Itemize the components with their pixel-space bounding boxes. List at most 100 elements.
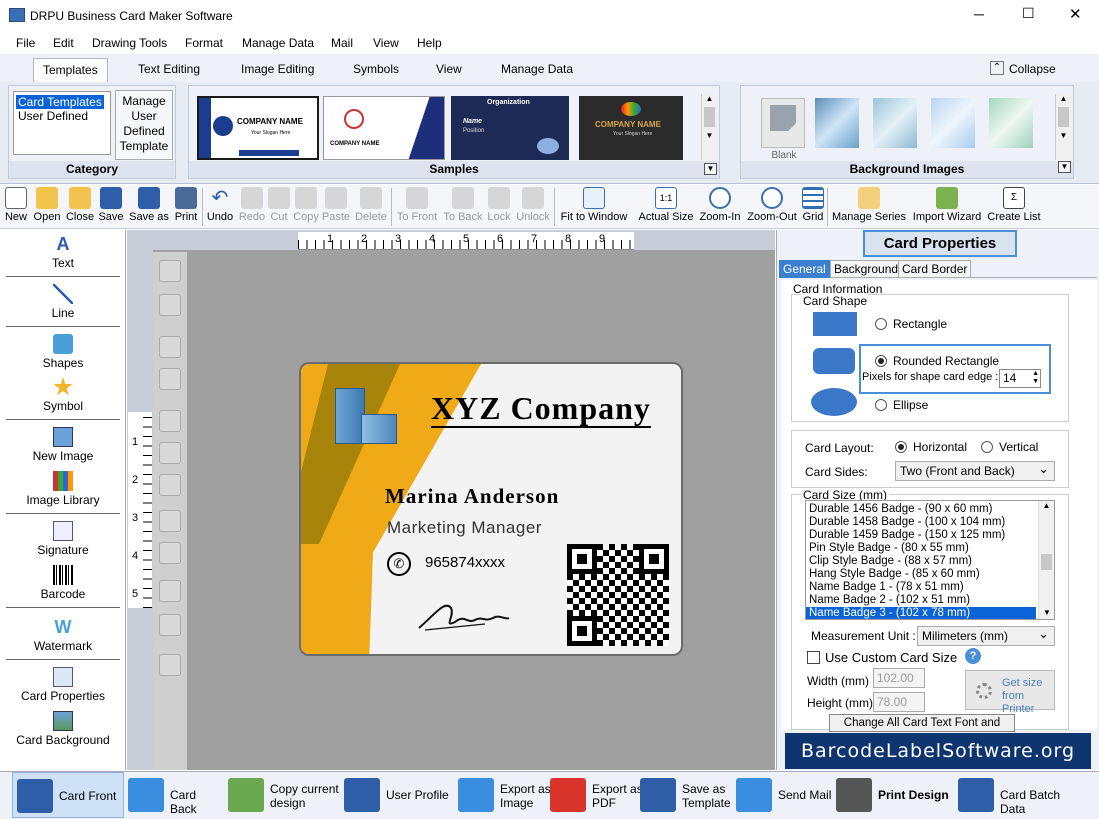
phone-number[interactable]: 965874xxxx [425,554,505,571]
tab-image-editing[interactable]: Image Editing [241,62,314,76]
card-sides-select[interactable]: Two (Front and Back) [895,461,1055,481]
card-properties-tool[interactable]: Card Properties [4,667,122,703]
tab-text-editing[interactable]: Text Editing [138,62,200,76]
size-item[interactable]: Clip Style Badge - (88 x 57 mm) [806,555,1054,568]
rounded-rectangle-radio[interactable]: Rounded Rectangle [875,354,999,368]
bg-dropdown-icon[interactable]: ▼ [1058,161,1071,173]
text-tool[interactable]: A Text [4,234,122,270]
bg-image-4[interactable] [989,98,1033,148]
menu-mail[interactable]: Mail [331,36,353,50]
signature-tool[interactable]: Signature [4,521,122,557]
category-item-user-defined[interactable]: User Defined [14,109,110,123]
save-as-button[interactable]: Save as [128,187,170,223]
bg-image-3[interactable] [931,98,975,148]
save-button[interactable]: Save [97,187,125,223]
menu-format[interactable]: Format [185,36,223,50]
help-icon[interactable]: ? [965,648,981,664]
align-right-icon[interactable] [159,442,181,464]
size-item[interactable]: Pin Style Badge - (80 x 55 mm) [806,542,1054,555]
export-image-button[interactable]: Export as Image [458,772,552,818]
align-left-icon[interactable] [159,410,181,432]
to-back-button[interactable]: To Back [442,187,484,223]
align-center-icon[interactable] [159,542,181,564]
move-icon[interactable] [159,614,181,636]
bg-image-1[interactable] [815,98,859,148]
shapes-tool[interactable]: Shapes [4,334,122,370]
pixels-stepper[interactable]: 14 ▲ ▼ [999,369,1041,388]
width-field[interactable]: 102.00 [873,668,925,688]
group-icon[interactable] [159,260,181,282]
tab-background[interactable]: Background [830,260,903,278]
tab-general[interactable]: General [779,260,830,278]
tab-manage-data[interactable]: Manage Data [501,62,573,76]
horizontal-radio[interactable]: Horizontal [895,440,967,454]
menu-file[interactable]: File [16,36,35,50]
import-wizard-button[interactable]: Import Wizard [909,187,985,223]
zoom-in-button[interactable]: Zoom-In [697,187,743,223]
redo-button[interactable]: Redo [238,187,266,223]
maximize-button[interactable]: ☐ [1022,5,1035,22]
menu-edit[interactable]: Edit [53,36,74,50]
paste-button[interactable]: Paste [321,187,351,223]
barcode-tool[interactable]: Barcode [4,565,122,601]
height-field[interactable]: 78.00 [873,692,925,712]
size-item[interactable]: Hang Style Badge - (85 x 60 mm) [806,568,1054,581]
card-back-button[interactable]: Card Back [128,772,226,818]
search-icon[interactable] [159,654,181,676]
bg-scrollbar[interactable]: ▲ ▼ [1055,94,1071,160]
to-front-button[interactable]: To Front [394,187,440,223]
manage-series-button[interactable]: Manage Series [830,187,908,223]
zoom-out-button[interactable]: Zoom-Out [745,187,799,223]
card-batch-data-button[interactable]: Card Batch Data [958,772,1088,818]
size-item[interactable]: Durable 1459 Badge - (150 x 125 mm) [806,529,1054,542]
ellipse-radio[interactable]: Ellipse [875,398,928,412]
business-card[interactable]: XYZ Company Marina Anderson Marketing Ma… [299,362,683,656]
samples-scrollbar[interactable]: ▲ ▼ [701,94,717,160]
change-font-button[interactable]: Change All Card Text Font and Color [829,714,1015,745]
unlock-button[interactable]: Unlock [514,187,552,223]
get-size-button[interactable]: Get size from Printer [965,670,1055,715]
menu-drawing-tools[interactable]: Drawing Tools [92,36,167,50]
size-item-selected[interactable]: Name Badge 3 - (102 x 78 mm) [806,607,1036,619]
size-item[interactable]: Name Badge 1 - (78 x 51 mm) [806,581,1054,594]
unlock-object-icon[interactable] [159,368,181,390]
new-button[interactable]: New [3,187,29,223]
size-list-scrollbar[interactable]: ▲ ▼ [1038,501,1054,619]
bg-image-2[interactable] [873,98,917,148]
person-name[interactable]: Marina Anderson [385,484,559,509]
actual-size-button[interactable]: 1:1 Actual Size [637,187,695,223]
card-background-tool[interactable]: Card Background [4,711,122,747]
menu-help[interactable]: Help [417,36,442,50]
print-design-button[interactable]: Print Design [836,772,956,818]
lock-button[interactable]: Lock [485,187,513,223]
print-button[interactable]: Print [171,187,201,223]
size-item[interactable]: Name Badge 2 - (102 x 51 mm) [806,594,1054,607]
category-list[interactable]: Card Templates User Defined [13,91,111,155]
signature-image[interactable] [415,594,511,634]
cut-button[interactable]: Cut [267,187,291,223]
size-item[interactable]: Durable 1456 Badge - (90 x 60 mm) [806,503,1054,516]
new-image-tool[interactable]: New Image [4,427,122,463]
category-item-card-templates[interactable]: Card Templates [16,95,104,109]
open-button[interactable]: Open [31,187,63,223]
sample-4[interactable]: COMPANY NAME Your Slogan Here [579,96,683,160]
watermark-tool[interactable]: W Watermark [4,617,122,653]
qr-code[interactable] [567,544,669,646]
card-size-list[interactable]: Durable 1456 Badge - (90 x 60 mm) Durabl… [805,500,1055,620]
rectangle-radio[interactable]: Rectangle [875,317,947,331]
size-item[interactable]: Durable 1458 Badge - (100 x 104 mm) [806,516,1054,529]
rectangle-shape-icon[interactable] [813,312,857,336]
tab-view[interactable]: View [436,62,462,76]
grid-button[interactable]: Grid [801,187,825,223]
user-profile-button[interactable]: User Profile [344,772,452,818]
menu-manage-data[interactable]: Manage Data [242,36,314,50]
create-list-button[interactable]: Σ Create List [986,187,1042,223]
copy-button[interactable]: Copy [292,187,320,223]
ungroup-icon[interactable] [159,294,181,316]
undo-button[interactable]: ↶ Undo [204,187,236,223]
phone-icon[interactable]: ✆ [387,552,411,576]
minimize-button[interactable]: ─ [974,6,984,22]
rounded-shape-icon[interactable] [813,348,855,374]
building-logo-icon[interactable] [331,384,401,448]
tab-templates[interactable]: Templates [33,58,108,82]
